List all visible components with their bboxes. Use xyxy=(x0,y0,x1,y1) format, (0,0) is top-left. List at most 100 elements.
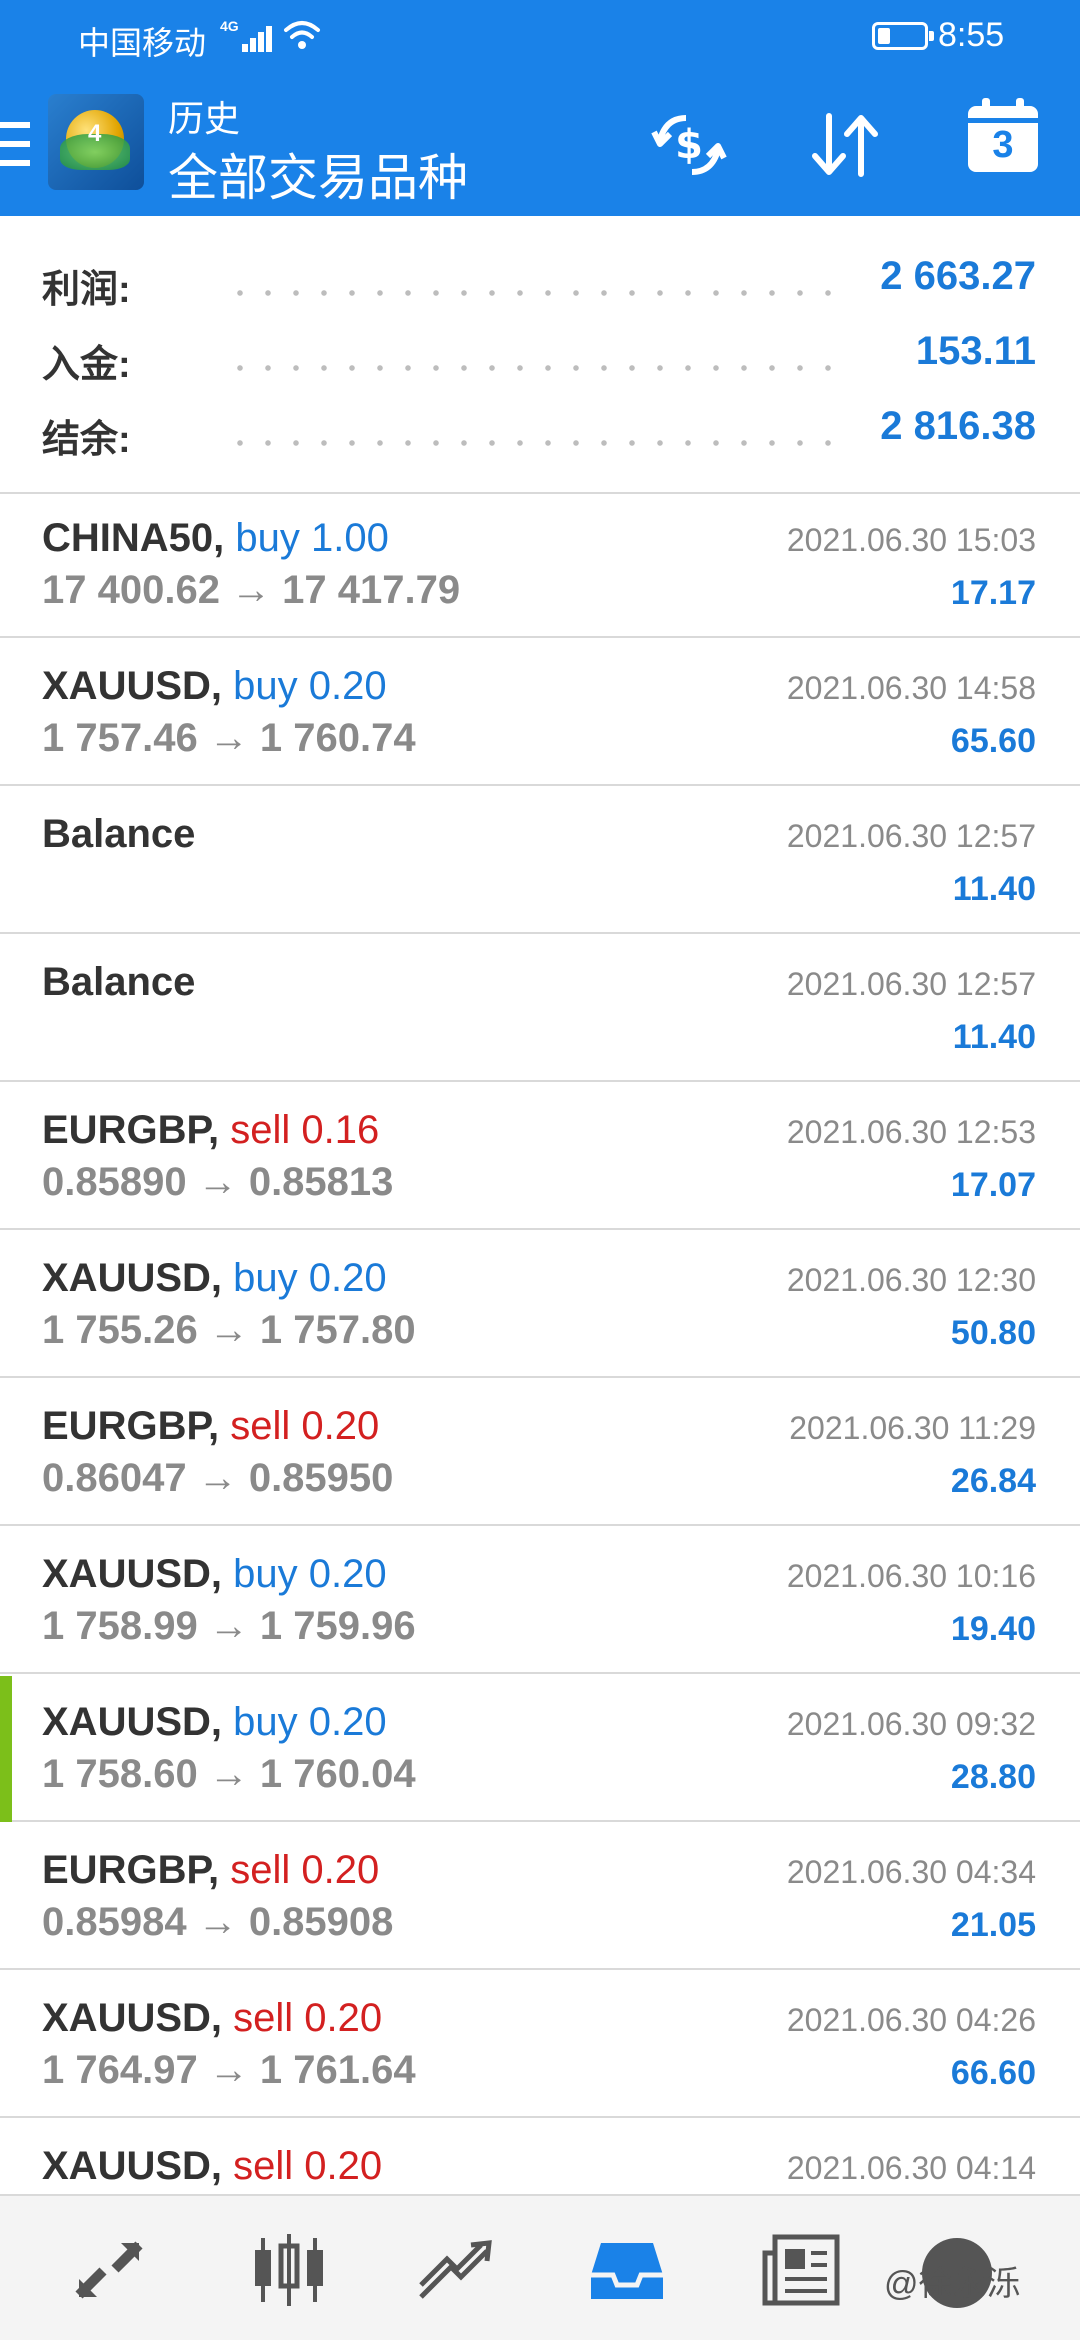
history-icon[interactable] xyxy=(572,2220,682,2320)
sort-icon[interactable] xyxy=(800,100,890,190)
trade-icon[interactable] xyxy=(400,2220,510,2320)
calendar-icon[interactable]: 3 xyxy=(968,98,1038,172)
deal-header: XAUUSD, buy 0.20 xyxy=(42,1700,387,1745)
deal-time: 2021.06.30 10:16 xyxy=(786,1558,1036,1594)
deal-time: 2021.06.30 11:29 xyxy=(789,1410,1036,1446)
deal-row[interactable]: XAUUSD, sell 0.20 1 764.97 → 1 761.64 2021… xyxy=(0,1972,1080,2118)
menu-icon[interactable] xyxy=(0,122,30,166)
balance-value: 2 816.38 xyxy=(880,404,1036,448)
deal-row[interactable]: XAUUSD, buy 0.20 1 758.99 → 1 759.96 2021.… xyxy=(0,1528,1080,1674)
deal-row[interactable]: CHINA50, buy 1.00 17 400.62 → 17 417.79 20… xyxy=(0,494,1080,638)
dot-leader xyxy=(226,290,842,296)
deal-profit: 17.17 xyxy=(950,574,1036,612)
chart-icon[interactable] xyxy=(234,2220,344,2320)
deal-symbol: XAUUSD, xyxy=(42,2144,223,2188)
dot-leader xyxy=(226,440,842,446)
deal-symbol: CHINA50, xyxy=(42,516,225,560)
deposit-withdraw-icon[interactable]: $ xyxy=(644,100,734,190)
symbol-filter[interactable]: 全部交易品种 xyxy=(168,138,468,210)
bottom-nav: @徐永泺 xyxy=(0,2194,1080,2340)
deal-symbol: EURGBP, xyxy=(42,1404,220,1448)
deal-prices: 17 400.62 → 17 417.79 xyxy=(42,568,461,612)
deal-side: buy 0.20 xyxy=(233,1700,387,1744)
quotes-icon[interactable] xyxy=(54,2220,164,2320)
deal-header: Balance xyxy=(42,960,195,1005)
deal-profit: 50.80 xyxy=(950,1314,1036,1352)
deal-row[interactable]: XAUUSD, buy 0.20 1 758.60 → 1 760.04 2021.… xyxy=(0,1676,1080,1822)
balance-row: 结余: 2 816.38 xyxy=(0,402,1080,462)
deal-prices: 0.85890 → 0.85813 xyxy=(42,1160,394,1204)
profit-value: 2 663.27 xyxy=(880,254,1036,298)
deal-time: 2021.06.30 14:58 xyxy=(786,670,1036,706)
deposit-label: 入金: xyxy=(42,344,131,386)
balance-label: 结余: xyxy=(42,419,131,461)
deal-profit: 21.05 xyxy=(950,1906,1036,1944)
deal-time: 2021.06.30 04:34 xyxy=(786,1854,1036,1890)
deal-list[interactable]: CHINA50, buy 1.00 17 400.62 → 17 417.79 20… xyxy=(0,494,1080,2194)
deal-time: 2021.06.30 12:30 xyxy=(786,1262,1036,1298)
deal-profit: 11.40 xyxy=(952,870,1036,908)
deal-prices: 1 755.26 → 1 757.80 xyxy=(42,1308,416,1352)
deal-row[interactable]: XAUUSD, buy 0.20 1 755.26 → 1 757.80 2021.… xyxy=(0,1232,1080,1378)
svg-text:$: $ xyxy=(675,122,703,168)
deal-side: buy 1.00 xyxy=(235,516,389,560)
deal-row[interactable]: EURGBP, sell 0.20 0.85984 → 0.85908 2021.0… xyxy=(0,1824,1080,1970)
deal-symbol: XAUUSD, xyxy=(42,1996,223,2040)
page-title: 历史 xyxy=(168,98,241,139)
mt4-logo: 4 xyxy=(48,94,144,190)
deal-row[interactable]: XAUUSD, buy 0.20 1 757.46 → 1 760.74 2021.… xyxy=(0,640,1080,786)
deal-time: 2021.06.30 04:14 xyxy=(786,2150,1036,2186)
balance-row[interactable]: Balance 2021.06.30 12:57 11.40 xyxy=(0,788,1080,934)
deal-time: 2021.06.30 12:57 xyxy=(786,818,1036,854)
status-bar: 中国移动 4G 8:55 xyxy=(0,0,1080,72)
deal-header: XAUUSD, sell 0.20 xyxy=(42,2144,382,2189)
deal-prices: 1 764.97 → 1 761.64 xyxy=(42,2048,416,2092)
deal-time: 2021.06.30 15:03 xyxy=(786,522,1036,558)
deal-header: XAUUSD, sell 0.20 xyxy=(42,1996,382,2041)
carrier-label: 中国移动 xyxy=(78,25,207,61)
deal-row[interactable]: EURGBP, sell 0.16 0.85890 → 0.85813 2021.0… xyxy=(0,1084,1080,1230)
deal-time: 2021.06.30 04:26 xyxy=(786,2002,1036,2038)
deal-symbol: Balance xyxy=(42,960,196,1004)
deposit-value: 153.11 xyxy=(915,329,1036,373)
deal-prices: 1 758.99 → 1 759.96 xyxy=(42,1604,416,1648)
deal-time: 2021.06.30 09:32 xyxy=(786,1706,1036,1742)
deal-row[interactable]: EURGBP, sell 0.20 0.86047 → 0.85950 2021.0… xyxy=(0,1380,1080,1526)
deal-header: XAUUSD, buy 0.20 xyxy=(42,664,387,709)
selected-marker xyxy=(0,1676,12,1822)
deal-profit: 17.07 xyxy=(950,1166,1036,1204)
app-bar: 4 历史 全部交易品种 $ 3 xyxy=(0,80,1080,216)
deal-side: buy 0.20 xyxy=(233,664,387,708)
deal-time: 2021.06.30 12:57 xyxy=(786,966,1036,1002)
deal-side: sell 0.20 xyxy=(233,2144,383,2188)
deal-prices: 0.85984 → 0.85908 xyxy=(42,1900,394,1944)
clock: 8:55 xyxy=(938,16,1005,54)
deal-header: XAUUSD, buy 0.20 xyxy=(42,1552,387,1597)
news-icon[interactable] xyxy=(746,2220,856,2320)
watermark: @徐永泺 xyxy=(884,2265,1021,2303)
deal-header: EURGBP, sell 0.20 xyxy=(42,1404,379,1449)
signal-icon xyxy=(232,22,274,52)
deal-symbol: XAUUSD, xyxy=(42,1700,223,1744)
deal-time: 2021.06.30 12:53 xyxy=(786,1114,1036,1150)
deal-header: EURGBP, sell 0.20 xyxy=(42,1848,379,1893)
dot-leader xyxy=(226,365,842,371)
deal-prices: 0.86047 → 0.85950 xyxy=(42,1456,394,1500)
calendar-day: 3 xyxy=(992,124,1014,166)
balance-row[interactable]: Balance 2021.06.30 12:57 11.40 xyxy=(0,936,1080,1082)
deal-symbol: XAUUSD, xyxy=(42,664,223,708)
deal-profit: 19.40 xyxy=(950,1610,1036,1648)
deal-profit: 65.60 xyxy=(950,722,1036,760)
deal-side: buy 0.20 xyxy=(233,1552,387,1596)
deal-row[interactable]: XAUUSD, sell 0.20 2021.06.30 04:14 xyxy=(0,2120,1080,2194)
deal-side: buy 0.20 xyxy=(233,1256,387,1300)
deal-side: sell 0.20 xyxy=(230,1404,380,1448)
deal-profit: 66.60 xyxy=(950,2054,1036,2092)
deal-symbol: EURGBP, xyxy=(42,1108,220,1152)
summary-panel: 利润: 2 663.27 入金: 153.11 结余: 2 816.38 xyxy=(0,216,1080,494)
deal-symbol: EURGBP, xyxy=(42,1848,220,1892)
profit-label: 利润: xyxy=(42,269,131,311)
deal-symbol: Balance xyxy=(42,812,196,856)
deal-prices: 1 757.46 → 1 760.74 xyxy=(42,716,416,760)
profit-row: 利润: 2 663.27 xyxy=(0,252,1080,312)
